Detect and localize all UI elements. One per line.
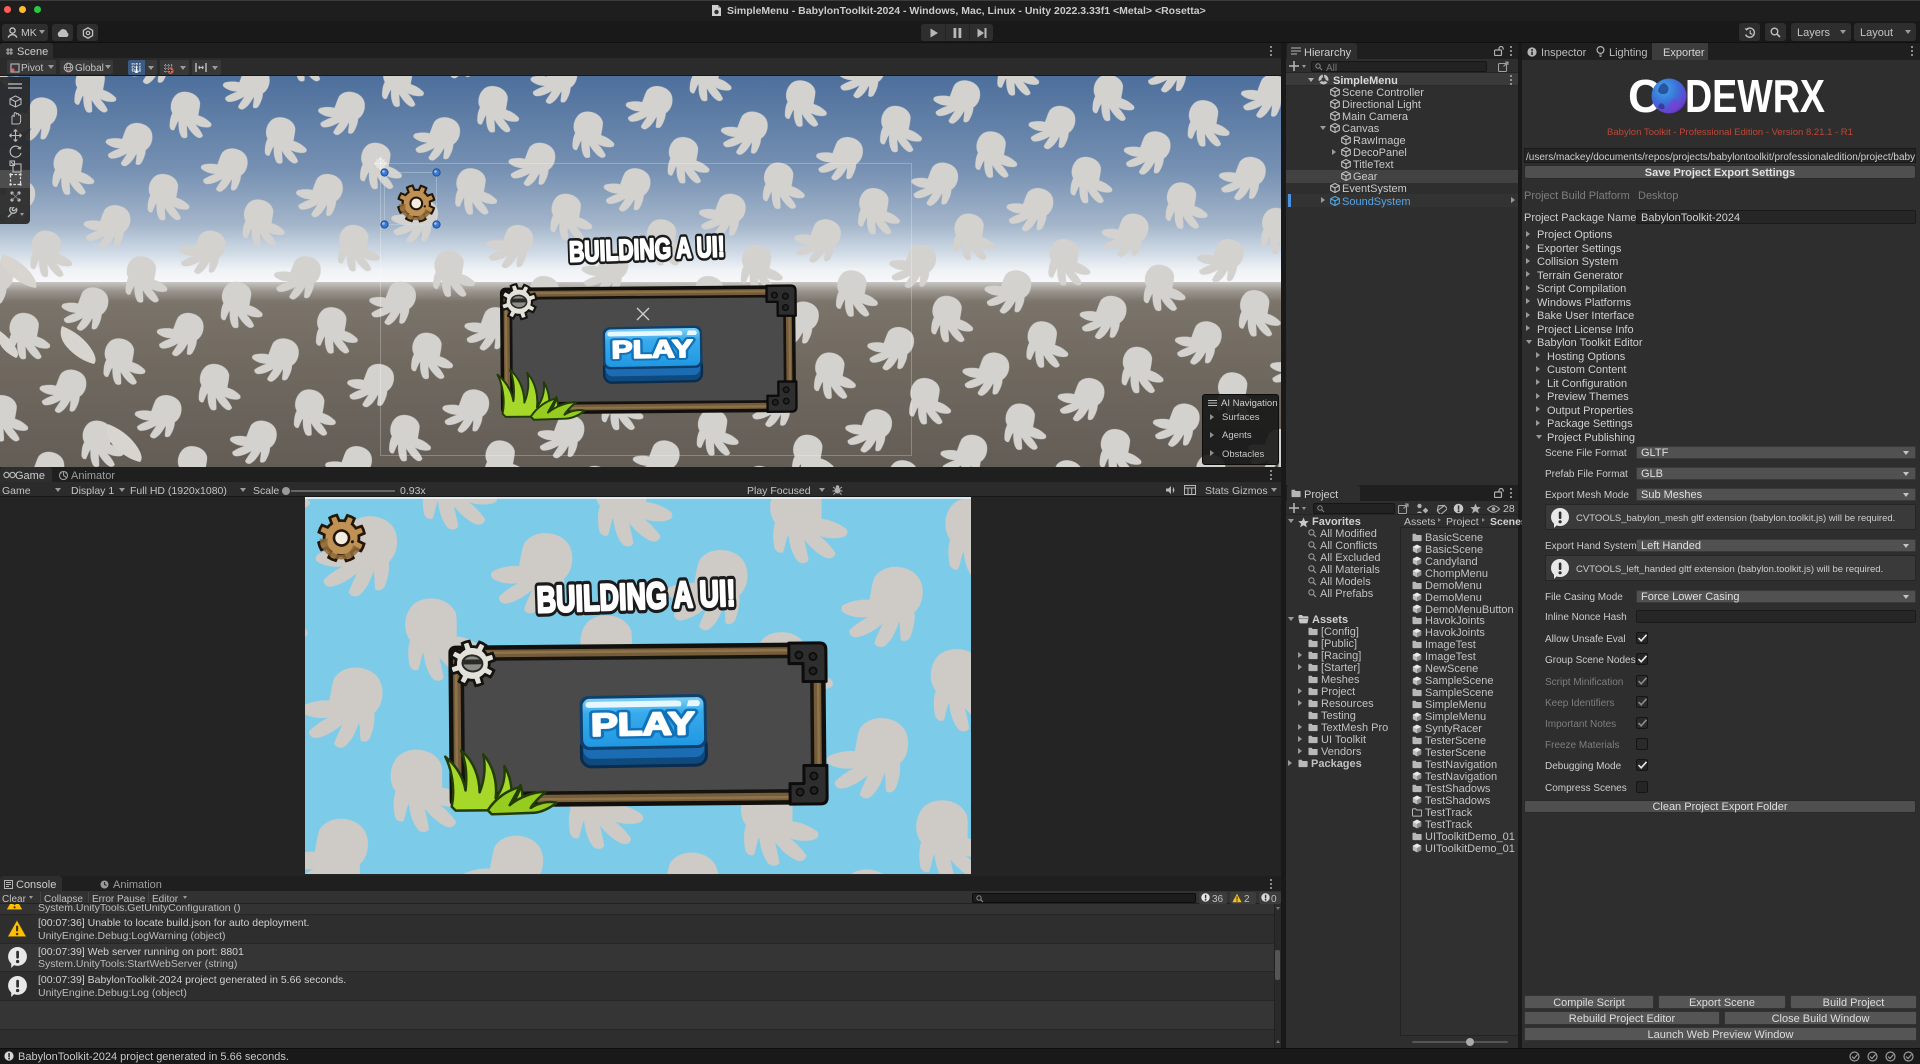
svg-text:Babylon Toolkit - Professional: Babylon Toolkit - Professional Edition -… — [1607, 127, 1853, 138]
svg-text:DEWRX: DEWRX — [1685, 70, 1825, 122]
